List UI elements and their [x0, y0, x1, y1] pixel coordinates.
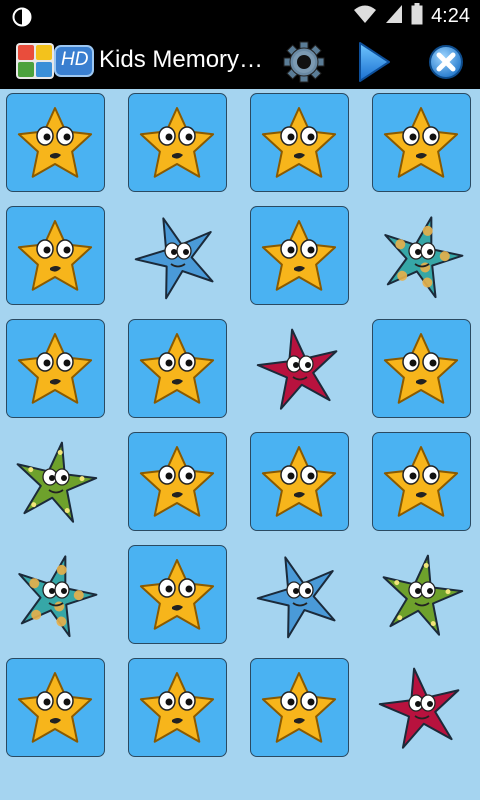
battery-icon	[411, 3, 423, 30]
app-icon[interactable]: HD	[15, 41, 95, 81]
play-icon	[359, 42, 390, 82]
card-face-down[interactable]	[372, 319, 471, 418]
card-face-down[interactable]	[128, 319, 227, 418]
card-face-down[interactable]	[250, 93, 349, 192]
card-face-down[interactable]	[128, 658, 227, 757]
card-face-down[interactable]	[128, 432, 227, 531]
signal-icon	[385, 4, 403, 29]
card-face-down[interactable]	[128, 545, 227, 644]
play-button[interactable]	[357, 41, 391, 83]
close-icon	[429, 45, 463, 79]
card-revealed-green-starfish[interactable]	[6, 432, 105, 531]
card-face-down[interactable]	[372, 432, 471, 531]
card-revealed-red-starfish[interactable]	[250, 319, 349, 418]
card-face-down[interactable]	[250, 206, 349, 305]
card-revealed-green-starfish[interactable]	[372, 545, 471, 644]
card-revealed-blue-starfish[interactable]	[128, 206, 227, 305]
moon-icon	[12, 7, 32, 32]
settings-gear-icon	[283, 41, 325, 83]
card-revealed-red-starfish[interactable]	[372, 658, 471, 757]
status-bar: 4:24	[0, 0, 480, 33]
action-bar: HD Kids Memory…	[0, 33, 480, 89]
app-title: Kids Memory…	[99, 46, 264, 73]
card-face-down[interactable]	[6, 93, 105, 192]
card-face-down[interactable]	[128, 93, 227, 192]
card-revealed-spotted-starfish[interactable]	[6, 545, 105, 644]
card-revealed-blue-starfish[interactable]	[250, 545, 349, 644]
card-face-down[interactable]	[250, 658, 349, 757]
close-button[interactable]	[428, 44, 464, 80]
memory-board	[0, 89, 480, 800]
clock: 4:24	[431, 5, 470, 27]
card-face-down[interactable]	[6, 206, 105, 305]
app-icon-badge: HD	[61, 49, 89, 70]
wifi-icon	[353, 4, 377, 29]
settings-button[interactable]	[283, 41, 325, 83]
card-face-down[interactable]	[250, 432, 349, 531]
card-revealed-spotted-starfish[interactable]	[372, 206, 471, 305]
card-face-down[interactable]	[6, 658, 105, 757]
card-face-down[interactable]	[6, 319, 105, 418]
card-face-down[interactable]	[372, 93, 471, 192]
